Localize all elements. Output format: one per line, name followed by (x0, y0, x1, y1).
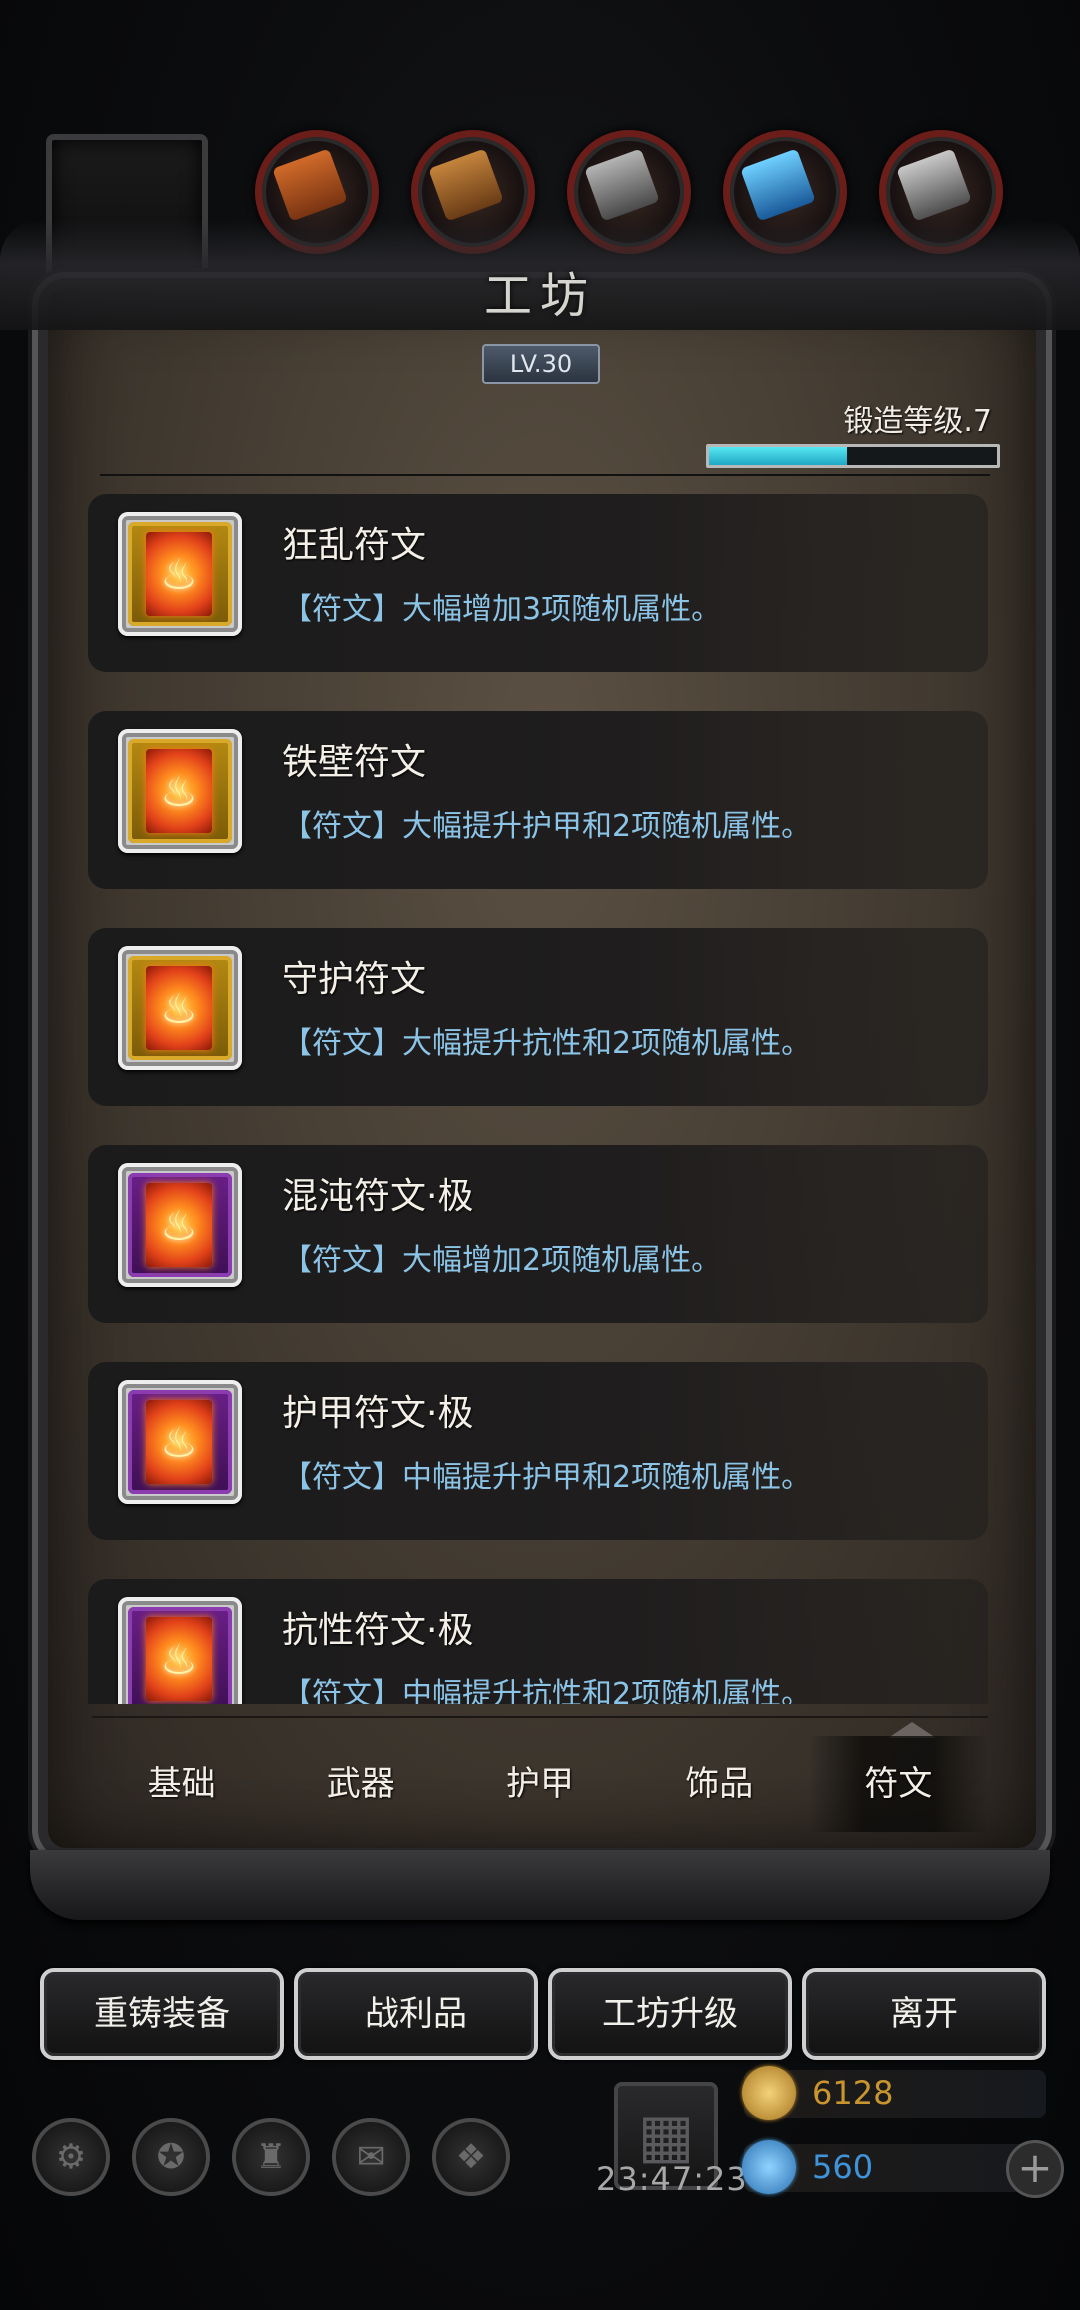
tabs-divider (92, 1716, 988, 1718)
rune-scroll-art: ♨ (146, 1183, 212, 1267)
rune-list[interactable]: ♨ 狂乱符文【符文】大幅增加3项随机属性。 ♨ 铁壁符文【符文】大幅提升护甲和2项随机… (88, 494, 988, 1704)
rune-name: 狂乱符文 (282, 525, 427, 566)
rune-scroll-art: ♨ (146, 1400, 212, 1484)
rune-scroll-art: ♨ (146, 532, 212, 616)
rune-list-item[interactable]: ♨ 护甲符文·极【符文】中幅提升护甲和2项随机属性。 (88, 1362, 988, 1540)
rune-description: 【符文】中幅提升护甲和2项随机属性。 (282, 1460, 812, 1495)
gold-coin-icon (742, 2066, 796, 2120)
forge-progress-bar (706, 444, 1000, 468)
gem-amount: 560 (812, 2148, 874, 2186)
rune-icon-frame: ♨ (128, 739, 232, 843)
tab-weapon[interactable]: 武器 (271, 1736, 450, 1832)
rune-description: 【符文】大幅提升护甲和2项随机属性。 (282, 809, 812, 844)
tab-armor[interactable]: 护甲 (450, 1736, 629, 1832)
leave-button[interactable]: 离开 (802, 1968, 1046, 2060)
rune-scroll-icon: ♨ (118, 1163, 242, 1287)
rune-description: 【符文】大幅增加3项随机属性。 (282, 592, 722, 627)
rune-list-item[interactable]: ♨ 铁壁符文【符文】大幅提升护甲和2项随机属性。 (88, 711, 988, 889)
divider (100, 474, 990, 476)
achievement-icon[interactable]: ✪ (132, 2118, 210, 2196)
gold-amount: 6128 (812, 2074, 894, 2112)
clock: 23:47:23 (596, 2160, 748, 2198)
rune-name: 铁壁符文 (282, 742, 427, 783)
rune-glyph-icon: ♨ (160, 550, 198, 599)
rune-icon-frame: ♨ (128, 1607, 232, 1704)
rune-list-item[interactable]: ♨ 抗性符文·极【符文】中幅提升抗性和2项随机属性。 (88, 1579, 988, 1704)
guild-icon[interactable]: ❖ (432, 2118, 510, 2196)
reforge-button[interactable]: 重铸装备 (40, 1968, 284, 2060)
rune-icon-frame: ♨ (128, 956, 232, 1060)
tab-accessory[interactable]: 饰品 (630, 1736, 809, 1832)
rank-icon[interactable]: ♜ (232, 2118, 310, 2196)
gem-resource: 560 (742, 2140, 1046, 2194)
rune-scroll-icon: ♨ (118, 1597, 242, 1704)
rune-name: 混沌符文·极 (282, 1176, 474, 1217)
tab-rune[interactable]: 符文 (808, 1736, 989, 1832)
rune-glyph-icon: ♨ (160, 1201, 198, 1250)
rune-scroll-icon: ♨ (118, 729, 242, 853)
forge-progress-fill (709, 447, 848, 465)
rune-scroll-art: ♨ (146, 1617, 212, 1701)
add-gems-button[interactable]: + (1006, 2140, 1064, 2198)
settings-gear-icon[interactable]: ⚙ (32, 2118, 110, 2196)
rune-scroll-icon: ♨ (118, 946, 242, 1070)
rune-description: 【符文】中幅提升抗性和2项随机属性。 (282, 1677, 812, 1704)
rune-icon-frame: ♨ (128, 522, 232, 626)
loot-button[interactable]: 战利品 (294, 1968, 538, 2060)
mail-icon[interactable]: ✉ (332, 2118, 410, 2196)
rune-glyph-icon: ♨ (160, 767, 198, 816)
gold-resource: 6128 (742, 2066, 1046, 2120)
workshop-upgrade-button[interactable]: 工坊升级 (548, 1968, 792, 2060)
forge-level-label: 锻造等级.7 (843, 404, 992, 439)
rune-scroll-art: ♨ (146, 749, 212, 833)
rune-name: 护甲符文·极 (282, 1393, 474, 1434)
rune-list-item[interactable]: ♨ 混沌符文·极【符文】大幅增加2项随机属性。 (88, 1145, 988, 1323)
rune-icon-frame: ♨ (128, 1390, 232, 1494)
action-bar: 重铸装备 战利品 工坊升级 离开 (40, 1968, 1046, 2060)
gem-icon (742, 2140, 796, 2194)
rune-glyph-icon: ♨ (160, 1418, 198, 1467)
level-badge: LV.30 (482, 344, 600, 384)
rune-list-item[interactable]: ♨ 守护符文【符文】大幅提升抗性和2项随机属性。 (88, 928, 988, 1106)
tab-basic[interactable]: 基础 (92, 1736, 271, 1832)
rune-name: 守护符文 (282, 959, 427, 1000)
rune-scroll-icon: ♨ (118, 512, 242, 636)
rune-description: 【符文】大幅增加2项随机属性。 (282, 1243, 722, 1278)
rune-scroll-art: ♨ (146, 966, 212, 1050)
rune-glyph-icon: ♨ (160, 1635, 198, 1684)
rune-list-item[interactable]: ♨ 狂乱符文【符文】大幅增加3项随机属性。 (88, 494, 988, 672)
panel-bottom-ornament (30, 1850, 1050, 1920)
page-title: 工坊 (483, 268, 596, 324)
rune-description: 【符文】大幅提升抗性和2项随机属性。 (282, 1026, 812, 1061)
rune-icon-frame: ♨ (128, 1173, 232, 1277)
rune-glyph-icon: ♨ (160, 984, 198, 1033)
rune-name: 抗性符文·极 (282, 1610, 474, 1651)
category-tabs: 基础 武器 护甲 饰品 符文 (92, 1736, 989, 1832)
rune-scroll-icon: ♨ (118, 1380, 242, 1504)
